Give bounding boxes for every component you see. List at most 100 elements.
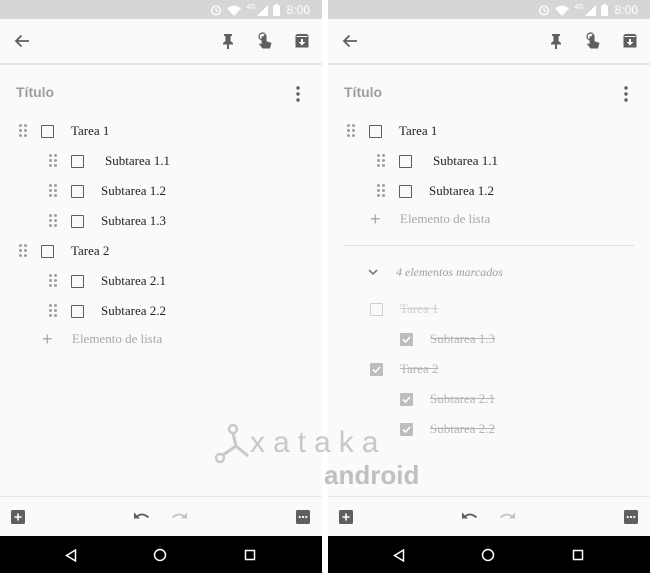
drag-handle-icon[interactable]: [49, 154, 57, 168]
list-item: Subtarea 1.1: [49, 151, 170, 171]
list-item: Tarea 1: [347, 121, 437, 141]
list-item-label[interactable]: Tarea 2: [400, 361, 438, 377]
list-item-label[interactable]: Tarea 2: [71, 243, 109, 259]
nav-back-button[interactable]: [389, 545, 409, 565]
bottom-bar: [0, 496, 322, 537]
drag-handle-icon[interactable]: [19, 244, 27, 258]
redo-button[interactable]: [168, 506, 190, 528]
list-item: Tarea 2: [19, 241, 109, 261]
list-item-label[interactable]: Subtarea 1.3: [430, 331, 495, 347]
check-icon: [402, 335, 411, 343]
nav-home-button[interactable]: [150, 545, 170, 565]
note-title[interactable]: Título: [344, 84, 382, 100]
list-item: Subtarea 1.3: [49, 211, 166, 231]
checked-list-item: Tarea 1: [370, 299, 438, 319]
undo-button[interactable]: [459, 506, 481, 528]
status-icons: 4G 8:00: [210, 3, 310, 17]
undo-button[interactable]: [131, 506, 153, 528]
status-time: 8:00: [614, 3, 638, 17]
item-checkbox[interactable]: [369, 124, 382, 138]
add-list-item-button[interactable]: + Elemento de lista: [370, 209, 490, 229]
drag-handle-icon[interactable]: [49, 304, 57, 318]
check-icon: [372, 365, 381, 373]
item-checkbox-checked[interactable]: [400, 392, 413, 406]
list-item-label[interactable]: Subtarea 1.1: [433, 153, 498, 169]
list-item-label[interactable]: Subtarea 2.2: [430, 421, 495, 437]
drag-handle-icon[interactable]: [347, 124, 355, 138]
add-box-button[interactable]: [335, 506, 357, 528]
list-item: Subtarea 2.2: [49, 301, 166, 321]
list-item-label[interactable]: Subtarea 2.1: [101, 273, 166, 289]
drag-handle-icon[interactable]: [49, 274, 57, 288]
nav-recents-button[interactable]: [240, 545, 260, 565]
back-button[interactable]: [338, 29, 362, 53]
item-checkbox-checked[interactable]: [400, 332, 413, 346]
chevron-down-icon: [368, 268, 378, 275]
undo-icon: [462, 512, 478, 519]
item-checkbox[interactable]: [71, 214, 84, 228]
redo-icon: [499, 512, 515, 519]
drag-handle-icon[interactable]: [19, 124, 27, 138]
item-checkbox[interactable]: [41, 244, 54, 258]
overflow-menu-button[interactable]: [292, 506, 314, 528]
checked-items-count: 4 elementos marcados: [396, 264, 503, 279]
item-checkbox[interactable]: [71, 154, 84, 168]
nav-recents-button[interactable]: [568, 545, 588, 565]
back-button[interactable]: [10, 29, 34, 53]
drag-handle-icon[interactable]: [377, 154, 385, 168]
status-bar: 4G 8:00: [0, 0, 322, 19]
note-toolbar: [0, 19, 322, 65]
note-title[interactable]: Título: [16, 84, 54, 100]
item-checkbox[interactable]: [41, 124, 54, 138]
hand-touch-icon: [586, 32, 600, 49]
add-list-item-button[interactable]: + Elemento de lista: [42, 329, 162, 349]
list-item-label[interactable]: Subtarea 1.2: [101, 183, 166, 199]
more-vert-icon[interactable]: [623, 86, 629, 102]
signal-icon: [584, 4, 596, 16]
item-checkbox[interactable]: [399, 154, 412, 168]
list-item-label[interactable]: Tarea 1: [400, 301, 438, 317]
archive-button[interactable]: [618, 29, 642, 53]
item-checkbox[interactable]: [71, 184, 84, 198]
list-item: Tarea 1: [19, 121, 109, 141]
reminder-button[interactable]: [581, 29, 605, 53]
list-item-label[interactable]: Subtarea 1.3: [101, 213, 166, 229]
list-item-label[interactable]: Tarea 1: [71, 123, 109, 139]
nav-back-button[interactable]: [61, 545, 81, 565]
add-box-icon: [339, 510, 353, 524]
checked-items-toggle[interactable]: 4 elementos marcados: [368, 263, 503, 281]
redo-button[interactable]: [496, 506, 518, 528]
plus-icon: +: [42, 329, 53, 349]
list-item-label[interactable]: Tarea 1: [399, 123, 437, 139]
pin-button[interactable]: [216, 29, 240, 53]
add-box-button[interactable]: [7, 506, 29, 528]
more-horiz-box-icon: [624, 510, 638, 524]
circle-home-icon: [481, 548, 495, 562]
item-checkbox-checked[interactable]: [370, 362, 383, 376]
status-icons: 4G 8:00: [538, 3, 638, 17]
reminder-button[interactable]: [253, 29, 277, 53]
nav-home-button[interactable]: [478, 545, 498, 565]
add-box-icon: [11, 510, 25, 524]
drag-handle-icon[interactable]: [377, 184, 385, 198]
archive-icon: [623, 34, 637, 48]
item-checkbox[interactable]: [399, 184, 412, 198]
list-item-label[interactable]: Subtarea 1.2: [429, 183, 494, 199]
overflow-menu-button[interactable]: [620, 506, 642, 528]
drag-handle-icon[interactable]: [49, 214, 57, 228]
watermark-top-text: xataka: [250, 426, 387, 459]
system-nav-bar: [0, 536, 322, 573]
list-item: Subtarea 1.1: [377, 151, 498, 171]
list-item-label[interactable]: Subtarea 1.1: [105, 153, 170, 169]
item-checkbox[interactable]: [71, 304, 84, 318]
item-checkbox[interactable]: [71, 274, 84, 288]
archive-button[interactable]: [290, 29, 314, 53]
item-checkbox[interactable]: [370, 302, 383, 316]
drag-handle-icon[interactable]: [49, 184, 57, 198]
list-item-label[interactable]: Subtarea 2.1: [430, 391, 495, 407]
list-item-label[interactable]: Subtarea 2.2: [101, 303, 166, 319]
more-vert-icon[interactable]: [295, 86, 301, 102]
pin-button[interactable]: [544, 29, 568, 53]
hand-touch-icon: [258, 32, 272, 49]
pin-icon: [551, 34, 561, 49]
